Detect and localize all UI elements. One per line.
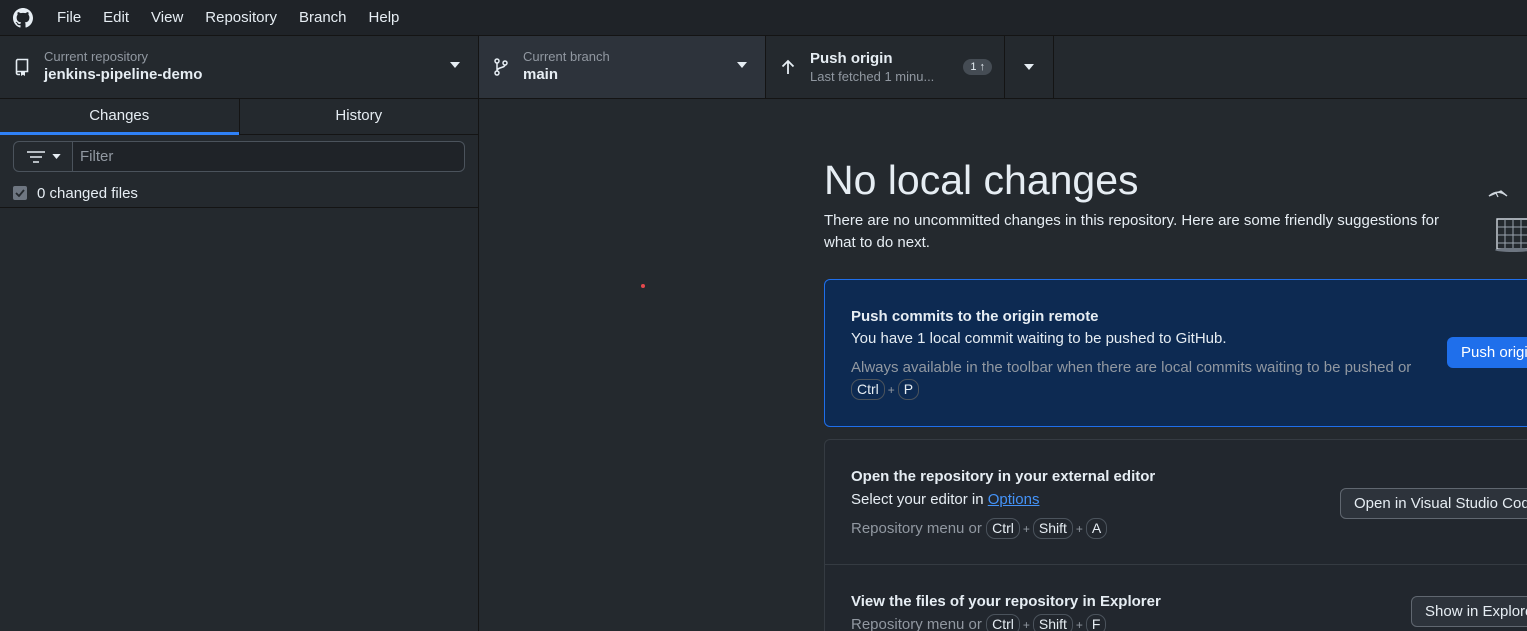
select-all-checkbox[interactable] xyxy=(13,186,27,200)
kbd-p: P xyxy=(897,379,920,400)
github-logo-icon xyxy=(0,0,46,35)
menu-file[interactable]: File xyxy=(46,0,92,35)
chevron-down-icon xyxy=(1024,64,1034,70)
filter-icon xyxy=(26,150,45,163)
push-card-description: You have 1 local commit waiting to be pu… xyxy=(851,330,1227,347)
push-options-button[interactable] xyxy=(1005,36,1054,98)
menu-repository[interactable]: Repository xyxy=(194,0,288,35)
options-link[interactable]: Options xyxy=(988,491,1040,508)
tab-history[interactable]: History xyxy=(238,99,479,134)
page-title: No local changes xyxy=(824,157,1139,203)
changed-files-row: 0 changed files xyxy=(0,179,478,208)
main-panel: No local changes There are no uncommitte… xyxy=(479,99,1527,631)
chevron-down-icon xyxy=(737,62,747,68)
filter-input[interactable] xyxy=(73,141,465,172)
menu-view[interactable]: View xyxy=(140,0,194,35)
plus-sign: + xyxy=(1022,522,1030,536)
checkmark-icon xyxy=(15,189,25,197)
branch-label: Current branch xyxy=(523,49,610,64)
changed-files-count: 0 changed files xyxy=(37,184,138,202)
menu-bar: File Edit View Repository Branch Help xyxy=(0,0,1527,35)
push-title: Push origin xyxy=(810,50,893,67)
plus-sign: + xyxy=(1075,522,1083,536)
show-in-explorer-card: View the files of your repository in Exp… xyxy=(824,564,1527,631)
open-editor-card: Open the repository in your external edi… xyxy=(824,439,1527,565)
repo-name: jenkins-pipeline-demo xyxy=(44,66,203,83)
push-card-hint-text: Always available in the toolbar when the… xyxy=(851,359,1412,376)
toolbar: Current repository jenkins-pipeline-demo… xyxy=(0,35,1527,99)
kbd-ctrl: Ctrl xyxy=(851,379,885,400)
editor-card-desc-text: Select your editor in xyxy=(851,491,988,508)
menu-branch[interactable]: Branch xyxy=(288,0,358,35)
editor-card-title: Open the repository in your external edi… xyxy=(851,468,1156,485)
push-commits-card: Push commits to the origin remote You ha… xyxy=(824,279,1527,427)
editor-card-description: Select your editor in Options xyxy=(851,491,1039,508)
plus-sign: + xyxy=(887,383,895,397)
editor-card-hint-text: Repository menu or xyxy=(851,520,982,537)
kbd-shift: Shift xyxy=(1032,614,1073,631)
chevron-down-icon xyxy=(51,154,61,159)
arrow-up-icon xyxy=(766,59,810,75)
cursor-dot xyxy=(641,284,645,288)
explorer-card-title: View the files of your repository in Exp… xyxy=(851,593,1161,610)
kbd-a: A xyxy=(1085,518,1108,539)
show-in-explorer-button[interactable]: Show in Explorer xyxy=(1411,596,1527,627)
commit-count-badge: 1 ↑ xyxy=(963,59,992,75)
menu-edit[interactable]: Edit xyxy=(92,0,140,35)
page-subtitle: There are no uncommitted changes in this… xyxy=(824,212,1440,251)
push-origin-card-button[interactable]: Push origin xyxy=(1447,337,1527,368)
filter-options-button[interactable] xyxy=(13,141,73,172)
explorer-card-hint: Repository menu or Ctrl + Shift + F xyxy=(851,614,1431,631)
sidebar: Changes History 0 changed files xyxy=(0,99,479,631)
repo-icon xyxy=(0,58,44,76)
chevron-down-icon xyxy=(450,62,460,68)
plus-sign: + xyxy=(1075,618,1083,631)
branch-icon xyxy=(479,58,523,76)
illustration-icon xyxy=(1488,190,1527,252)
current-repository-button[interactable]: Current repository jenkins-pipeline-demo xyxy=(0,36,479,98)
explorer-card-hint-text: Repository menu or xyxy=(851,616,982,631)
push-subtitle: Last fetched 1 minu... xyxy=(810,69,935,84)
branch-name: main xyxy=(523,66,559,83)
open-in-vscode-button[interactable]: Open in Visual Studio Code xyxy=(1340,488,1527,519)
menu-help[interactable]: Help xyxy=(358,0,411,35)
kbd-ctrl: Ctrl xyxy=(986,614,1020,631)
current-branch-button[interactable]: Current branch main xyxy=(479,36,766,98)
kbd-shift: Shift xyxy=(1032,518,1073,539)
tab-changes[interactable]: Changes xyxy=(0,99,239,135)
filter-row xyxy=(13,141,465,172)
push-origin-button[interactable]: Push origin Last fetched 1 minu... 1 ↑ xyxy=(766,36,1005,98)
plus-sign: + xyxy=(1022,618,1030,631)
editor-card-hint: Repository menu or Ctrl + Shift + A xyxy=(851,518,1431,540)
kbd-ctrl: Ctrl xyxy=(986,518,1020,539)
push-card-hint: Always available in the toolbar when the… xyxy=(851,357,1431,401)
sidebar-tabs: Changes History xyxy=(0,99,478,135)
repo-label: Current repository xyxy=(44,49,149,64)
push-card-title: Push commits to the origin remote xyxy=(851,308,1099,325)
kbd-f: F xyxy=(1085,614,1107,631)
